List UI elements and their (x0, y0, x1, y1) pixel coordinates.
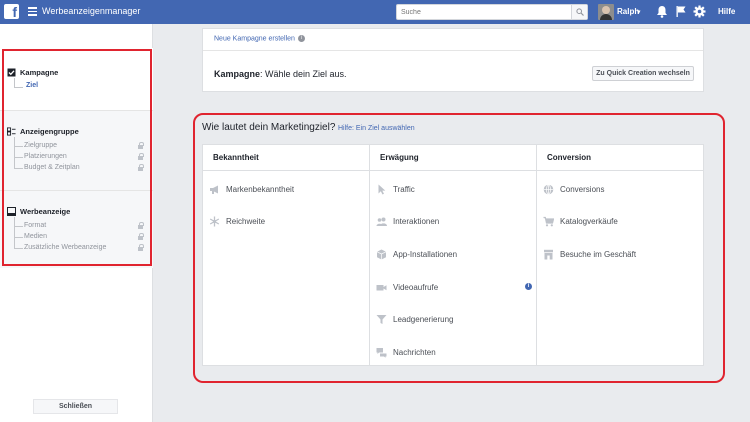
video-camera-icon (376, 284, 387, 290)
column-heading: Erwägung (370, 145, 536, 171)
objective-grid: Bekanntheit Markenbekanntheit Reichweite… (202, 144, 704, 366)
flag-icon[interactable] (675, 5, 687, 18)
objective-traffic[interactable]: Traffic (376, 176, 415, 202)
search-input[interactable] (397, 5, 569, 19)
objective-katalogverkaeufe[interactable]: Katalogverkäufe (543, 208, 618, 234)
gear-icon[interactable] (693, 5, 706, 18)
objective-besuche-im-geschaeft[interactable]: Besuche im Geschäft (543, 241, 636, 267)
divider (203, 50, 703, 51)
chat-bubbles-icon (376, 347, 387, 358)
megaphone-icon (210, 185, 218, 194)
marketing-objective-panel: Wie lautet dein Marketingziel? Hilfe: Ei… (196, 116, 722, 380)
search-box (396, 4, 588, 20)
chevron-down-icon[interactable]: ▾ (637, 8, 641, 16)
avatar[interactable] (598, 4, 614, 20)
new-campaign-link[interactable]: Neue Kampagne erstellen i (214, 35, 305, 42)
objective-reichweite[interactable]: Reichweite (209, 208, 265, 234)
facebook-logo-icon[interactable]: f (4, 4, 19, 20)
box-icon (376, 249, 387, 259)
objective-videoaufrufe[interactable]: Videoaufrufe (376, 274, 438, 300)
campaign-label: Kampagne: Wähle dein Ziel aus. (214, 69, 347, 79)
objective-leadgenerierung[interactable]: Leadgenerierung (376, 306, 454, 332)
search-button[interactable] (571, 5, 587, 19)
marketing-objective-title: Wie lautet dein Marketingziel? (202, 122, 336, 133)
objective-markenbekanntheit[interactable]: Markenbekanntheit (209, 176, 294, 202)
bell-icon[interactable] (656, 5, 668, 18)
app-title[interactable]: Werbeanzeigenmanager (42, 6, 140, 16)
snowflake-icon (209, 216, 220, 226)
funnel-icon (376, 314, 387, 324)
info-icon[interactable]: i (297, 35, 305, 42)
cart-icon (543, 216, 554, 226)
top-bar: f Werbeanzeigenmanager Ralph ▾ Hilfe (0, 0, 750, 24)
user-name[interactable]: Ralph (617, 7, 639, 16)
column-heading: Bekanntheit (203, 145, 369, 171)
close-button[interactable]: Schließen (33, 399, 118, 414)
info-icon[interactable]: i (525, 283, 532, 290)
objective-conversions[interactable]: Conversions (543, 176, 604, 202)
objective-interaktionen[interactable]: Interaktionen (376, 208, 439, 234)
help-link[interactable]: Hilfe: Ein Ziel auswählen (338, 125, 415, 132)
hamburger-menu-icon[interactable] (28, 7, 37, 16)
column-conversion: Conversion Conversions Katalogverkäufe B… (537, 145, 703, 365)
people-icon (376, 217, 387, 226)
highlight-frame-sidebar (2, 49, 152, 266)
column-erwaegung: Erwägung Traffic Interaktionen App-Insta… (370, 145, 536, 365)
quick-creation-button[interactable]: Zu Quick Creation wechseln (592, 66, 694, 81)
cursor-icon (378, 184, 386, 194)
store-icon (544, 249, 553, 259)
objective-nachrichten[interactable]: Nachrichten (376, 339, 436, 365)
help-link[interactable]: Hilfe (718, 7, 735, 16)
search-icon (576, 8, 584, 16)
column-bekanntheit: Bekanntheit Markenbekanntheit Reichweite (203, 145, 369, 365)
column-heading: Conversion (537, 145, 703, 171)
campaign-card: Neue Kampagne erstellen i Kampagne: Wähle… (202, 28, 704, 92)
objective-app-installationen[interactable]: App-Installationen (376, 241, 457, 267)
globe-icon (543, 183, 554, 195)
